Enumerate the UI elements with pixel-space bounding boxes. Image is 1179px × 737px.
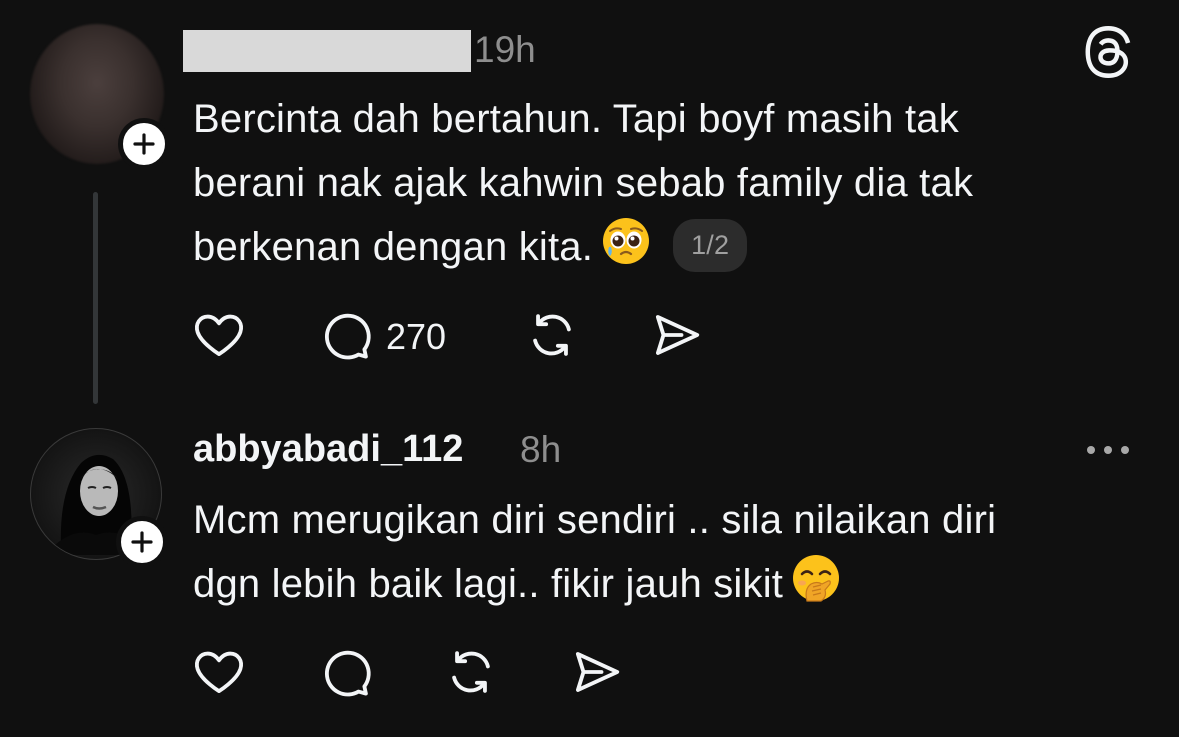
heart-icon [195,314,243,357]
like-button-post2[interactable] [192,645,246,699]
repost-button-post1[interactable] [525,308,579,362]
post2-text: Mcm merugikan diri sendiri .. sila nilai… [193,488,1153,616]
post1-text: Bercinta dah bertahun. Tapi boyf masih t… [193,87,1153,279]
thread-connector-line [93,192,98,404]
post1-text-line: Bercinta dah bertahun. Tapi boyf masih t… [193,97,959,141]
post2-timestamp: 8h [520,429,562,470]
share-icon [575,652,620,692]
share-icon [655,315,700,355]
comment-icon [324,650,371,697]
plus-icon [131,531,153,553]
plus-icon [133,133,155,155]
heart-icon [195,651,243,694]
pleading-face-emoji [603,218,650,264]
repost-icon [452,651,490,693]
reply-button-post2[interactable] [318,645,372,699]
share-button-post2[interactable] [570,645,624,699]
thread-counter-badge: 1/2 [673,219,748,272]
redacted-username [183,30,471,72]
reply-button-post1[interactable] [318,308,372,362]
follow-button-abbyabadi[interactable] [116,516,168,568]
like-button-post1[interactable] [192,308,246,362]
post2-username[interactable]: abbyabadi_112 [193,428,463,471]
repost-button-post2[interactable] [444,645,498,699]
comment-icon [324,313,371,360]
post2-text-line: dgn lebih baik lagi.. fikir jauh sikit [193,552,1153,616]
threads-logo-icon[interactable] [1082,24,1134,80]
follow-button-post1[interactable] [118,118,170,170]
post1-text-line: berani nak ajak kahwin sebab family dia … [193,161,974,205]
post1-timestamp: 19h [474,29,536,70]
post1-text-line: berkenan dengan kita. 1/2 [193,215,1153,279]
post2-text-line: Mcm merugikan diri sendiri .. sila nilai… [193,498,997,542]
post1-text-line-text: berkenan dengan kita. [193,225,594,269]
more-horizontal-icon[interactable] [1082,438,1134,462]
repost-icon [533,314,571,356]
reply-count: 270 [386,316,447,357]
post2-text-line-text: dgn lebih baik lagi.. fikir jauh sikit [193,562,784,606]
hand-over-mouth-emoji [793,555,840,602]
share-button-post1[interactable] [650,308,704,362]
